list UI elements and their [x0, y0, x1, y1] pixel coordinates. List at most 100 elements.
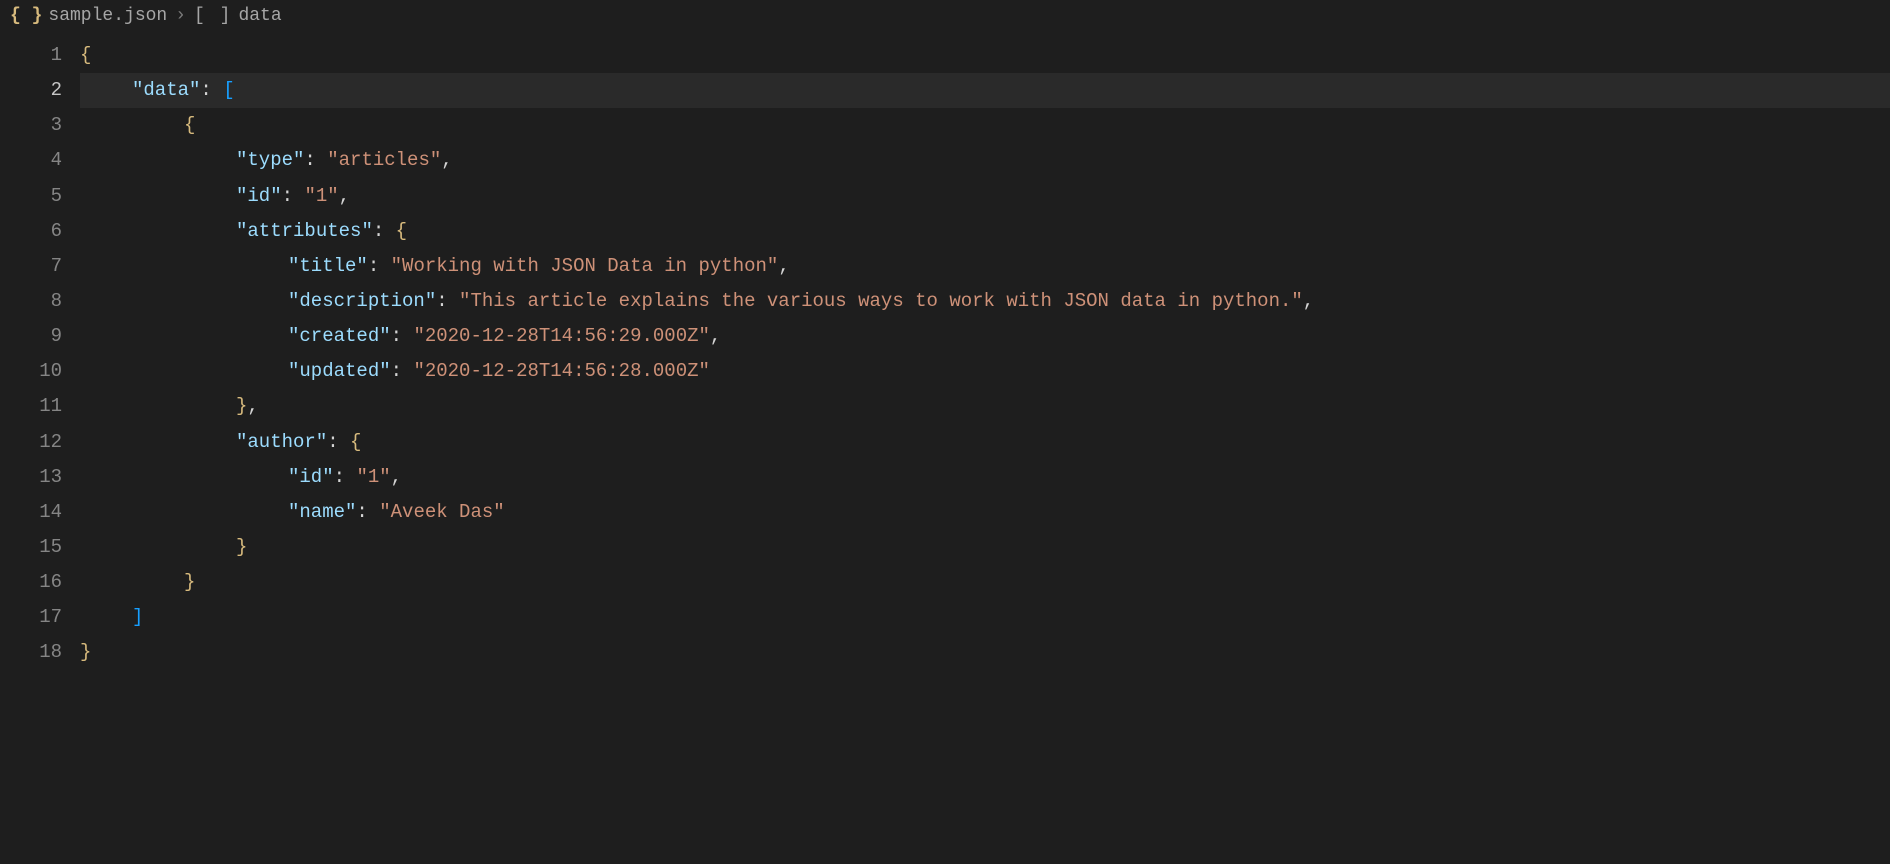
code-line[interactable]: { — [80, 108, 1890, 143]
code-line[interactable]: "updated": "2020-12-28T14:56:28.000Z" — [80, 354, 1890, 389]
line-number[interactable]: 7 — [0, 249, 62, 284]
code-line[interactable]: } — [80, 530, 1890, 565]
token-keyq: " — [288, 325, 299, 347]
token-brace: } — [236, 395, 247, 417]
code-line[interactable]: "title": "Working with JSON Data in pyth… — [80, 249, 1890, 284]
token-key: name — [299, 501, 345, 523]
line-number[interactable]: 15 — [0, 530, 62, 565]
token-keyq: " — [356, 255, 367, 277]
line-number[interactable]: 12 — [0, 425, 62, 460]
code-content[interactable]: {"data": [{"type": "articles","id": "1",… — [80, 32, 1890, 864]
token-punc: : — [304, 149, 315, 171]
code-line[interactable]: "author": { — [80, 425, 1890, 460]
code-line[interactable]: }, — [80, 389, 1890, 424]
code-line[interactable]: ] — [80, 600, 1890, 635]
token-space — [448, 290, 459, 312]
code-line[interactable]: "description": "This article explains th… — [80, 284, 1890, 319]
token-bracket: ] — [132, 606, 143, 628]
token-space — [384, 220, 395, 242]
token-keyq: " — [288, 501, 299, 523]
token-keyq: " — [379, 360, 390, 382]
line-number[interactable]: 14 — [0, 495, 62, 530]
token-space — [345, 466, 356, 488]
token-brace: { — [350, 431, 361, 453]
token-punc: , — [339, 185, 350, 207]
line-number[interactable]: 10 — [0, 354, 62, 389]
token-space — [212, 79, 223, 101]
line-number-gutter[interactable]: 123456789101112131415161718 — [0, 32, 80, 864]
breadcrumb-path-item[interactable]: data — [238, 6, 281, 26]
token-bracket: [ — [223, 79, 234, 101]
code-line[interactable]: "attributes": { — [80, 214, 1890, 249]
token-str: "Working with JSON Data in python" — [391, 255, 779, 277]
token-key: data — [143, 79, 189, 101]
token-punc: : — [373, 220, 384, 242]
token-keyq: " — [316, 431, 327, 453]
token-str: "This article explains the various ways … — [459, 290, 1303, 312]
code-line[interactable]: "id": "1", — [80, 179, 1890, 214]
token-keyq: " — [236, 149, 247, 171]
token-keyq: " — [288, 255, 299, 277]
breadcrumb-filename[interactable]: sample.json — [48, 6, 167, 26]
token-punc: : — [327, 431, 338, 453]
token-space — [379, 255, 390, 277]
token-keyq: " — [236, 220, 247, 242]
token-key: updated — [299, 360, 379, 382]
line-number[interactable]: 8 — [0, 284, 62, 319]
token-str: "1" — [304, 185, 338, 207]
code-line[interactable]: "created": "2020-12-28T14:56:29.000Z", — [80, 319, 1890, 354]
code-line[interactable]: { — [80, 38, 1890, 73]
code-line[interactable]: "data": [ — [80, 73, 1890, 108]
code-line[interactable]: "type": "articles", — [80, 143, 1890, 178]
token-key: attributes — [247, 220, 361, 242]
line-number[interactable]: 16 — [0, 565, 62, 600]
token-punc: : — [334, 466, 345, 488]
token-str: "articles" — [327, 149, 441, 171]
token-key: title — [299, 255, 356, 277]
token-key: type — [247, 149, 293, 171]
token-key: created — [299, 325, 379, 347]
token-keyq: " — [236, 185, 247, 207]
code-line[interactable]: "id": "1", — [80, 460, 1890, 495]
chevron-right-icon: › — [175, 6, 186, 26]
code-line[interactable]: "name": "Aveek Das" — [80, 495, 1890, 530]
line-number[interactable]: 2 — [0, 73, 62, 108]
token-space — [339, 431, 350, 453]
line-number[interactable]: 3 — [0, 108, 62, 143]
token-keyq: " — [361, 220, 372, 242]
token-punc: , — [1303, 290, 1314, 312]
token-punc: : — [391, 360, 402, 382]
token-keyq: " — [132, 79, 143, 101]
token-str: "2020-12-28T14:56:29.000Z" — [413, 325, 709, 347]
token-punc: : — [391, 325, 402, 347]
line-number[interactable]: 17 — [0, 600, 62, 635]
token-punc: , — [391, 466, 402, 488]
token-key: id — [247, 185, 270, 207]
token-keyq: " — [270, 185, 281, 207]
token-keyq: " — [425, 290, 436, 312]
line-number[interactable]: 6 — [0, 214, 62, 249]
editor-body[interactable]: 123456789101112131415161718 {"data": [{"… — [0, 32, 1890, 864]
breadcrumb[interactable]: { } sample.json › [ ] data — [0, 0, 1890, 32]
token-brace: { — [184, 114, 195, 136]
token-keyq: " — [236, 431, 247, 453]
line-number[interactable]: 4 — [0, 143, 62, 178]
token-brace: } — [80, 641, 91, 663]
token-brace: } — [184, 571, 195, 593]
line-number[interactable]: 18 — [0, 635, 62, 670]
code-line[interactable]: } — [80, 565, 1890, 600]
token-keyq: " — [288, 360, 299, 382]
code-line[interactable]: } — [80, 635, 1890, 670]
line-number[interactable]: 11 — [0, 389, 62, 424]
line-number[interactable]: 13 — [0, 460, 62, 495]
token-str: "1" — [356, 466, 390, 488]
token-punc: , — [247, 395, 258, 417]
token-keyq: " — [345, 501, 356, 523]
token-space — [316, 149, 327, 171]
line-number[interactable]: 9 — [0, 319, 62, 354]
token-punc: , — [441, 149, 452, 171]
line-number[interactable]: 1 — [0, 38, 62, 73]
line-number[interactable]: 5 — [0, 179, 62, 214]
token-punc: : — [356, 501, 367, 523]
token-punc: : — [368, 255, 379, 277]
